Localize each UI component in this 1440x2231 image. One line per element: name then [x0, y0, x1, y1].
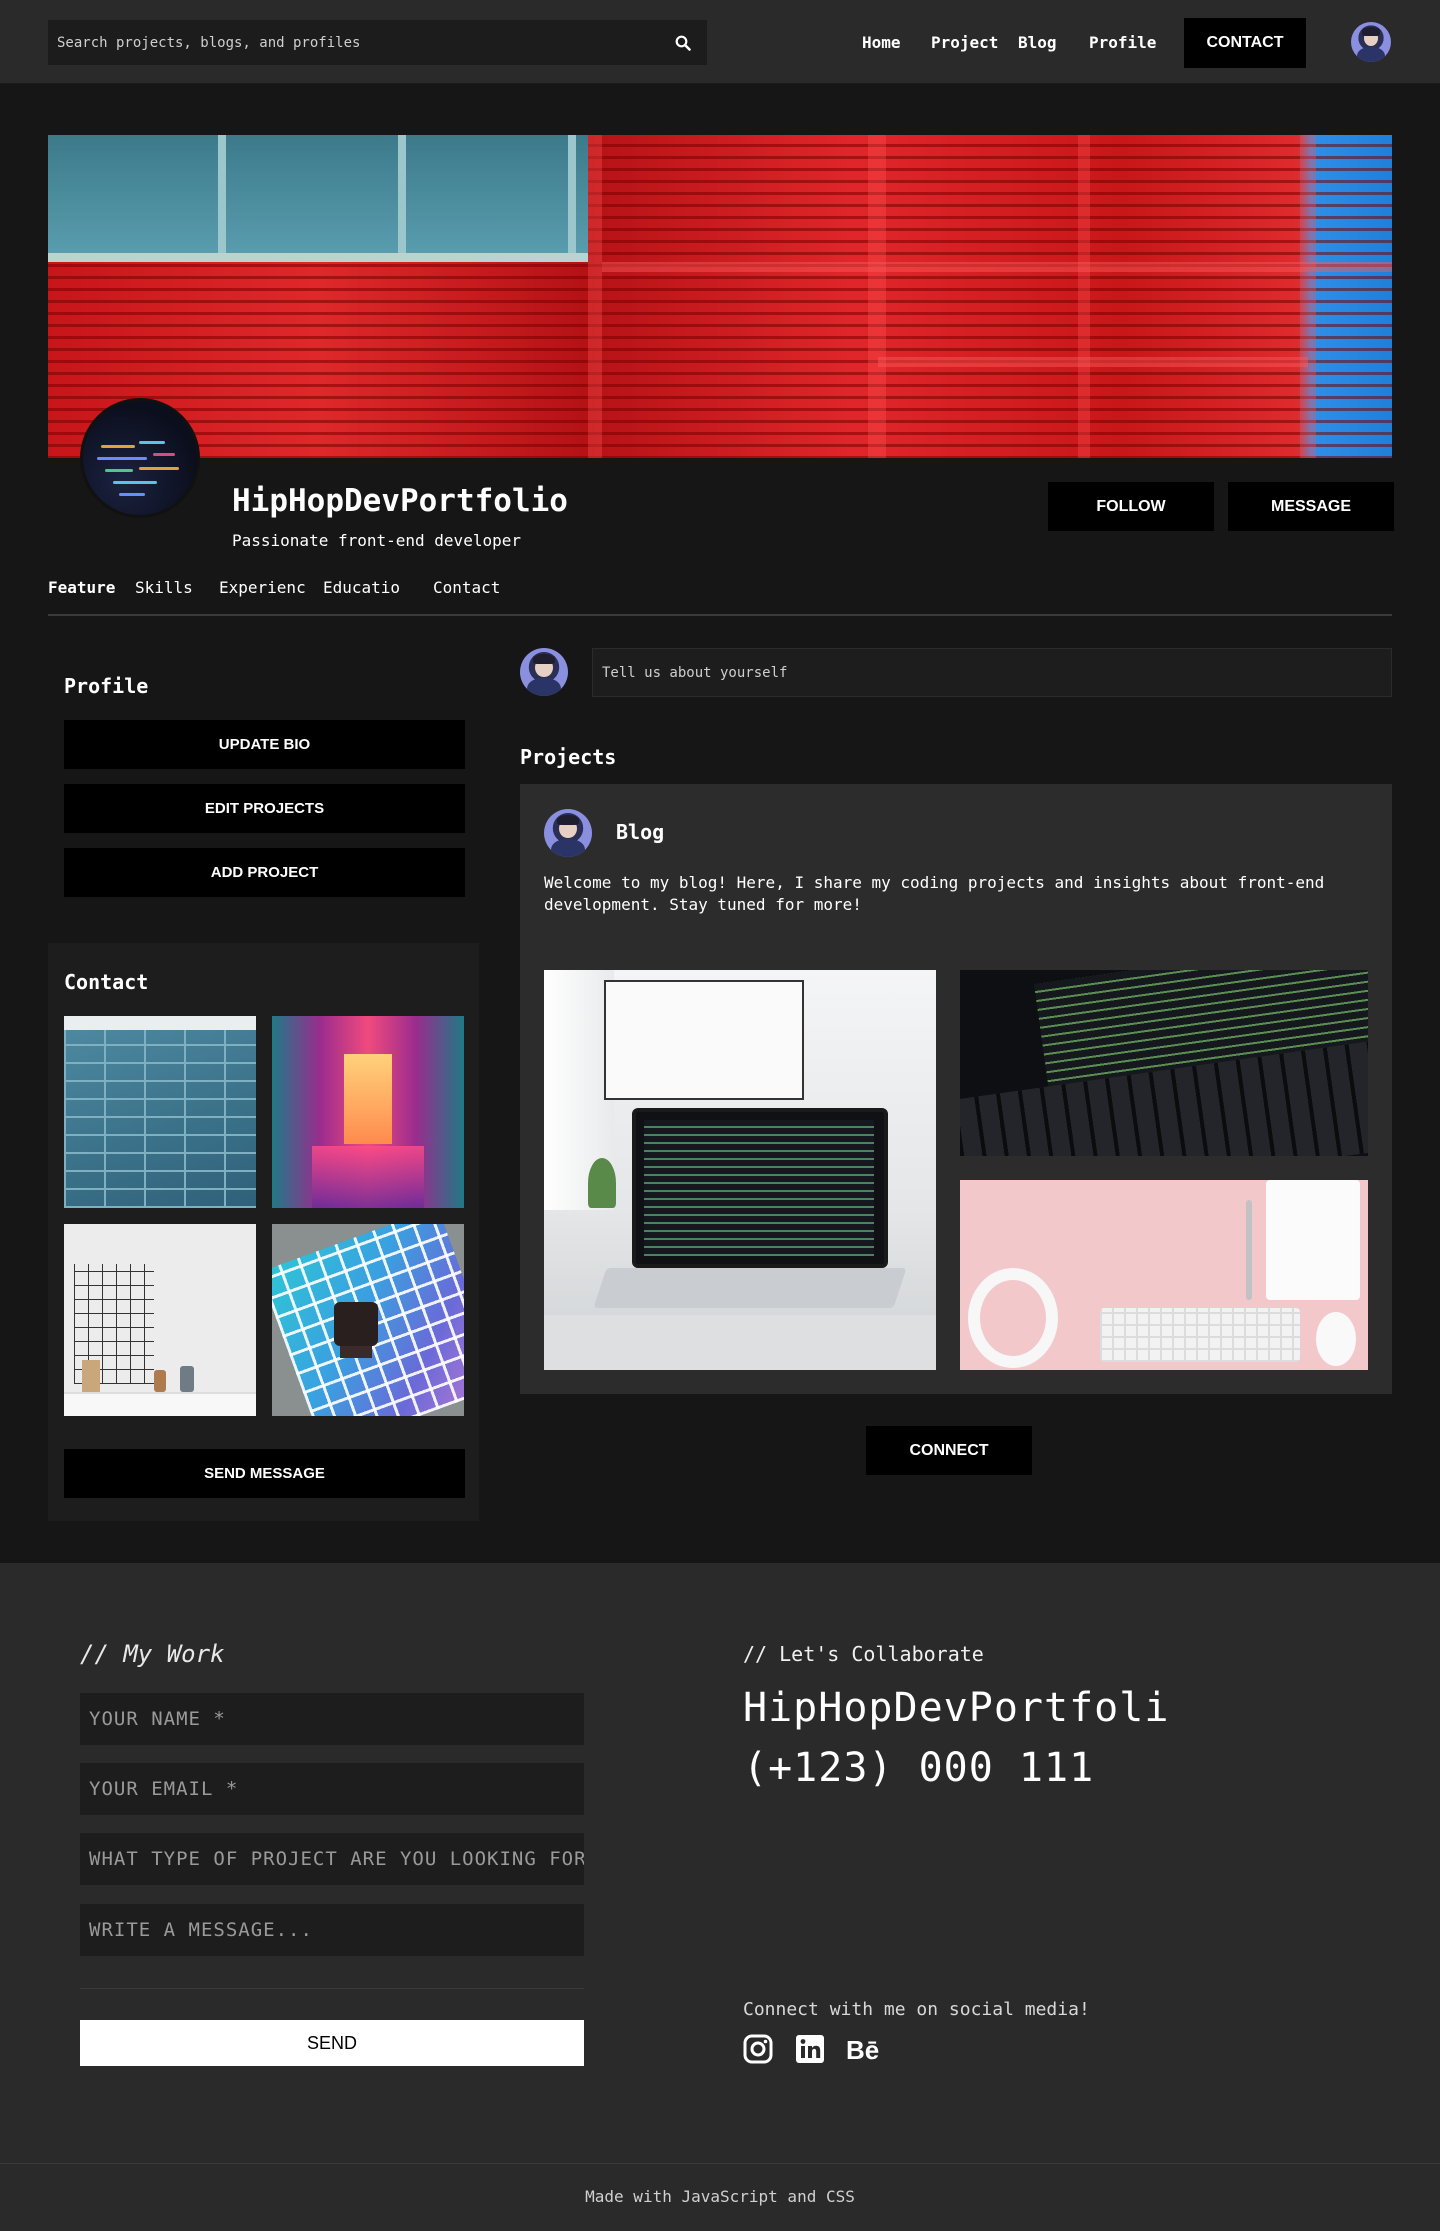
- connect-button[interactable]: CONNECT: [866, 1426, 1032, 1475]
- gallery-image-neon-corridor[interactable]: [272, 1016, 464, 1208]
- tab-experience[interactable]: Experience: [219, 576, 305, 600]
- my-work-heading: // My Work: [80, 1640, 225, 1668]
- profile-picture: [80, 398, 200, 518]
- nav-blog[interactable]: Blog: [1018, 30, 1057, 56]
- cover-image: [48, 135, 1392, 458]
- projects-title: Projects: [520, 745, 617, 769]
- edit-projects-button[interactable]: EDIT PROJECTS: [64, 784, 465, 833]
- add-project-button[interactable]: ADD PROJECT: [64, 848, 465, 897]
- footer-phone: (+123) 000 111: [743, 1745, 1095, 1791]
- nav-home[interactable]: Home: [862, 30, 901, 56]
- profile-card: Profile UPDATE BIO EDIT PROJECTS ADD PRO…: [48, 650, 479, 905]
- behance-icon[interactable]: Bē: [846, 2034, 879, 2066]
- footer-brand: HipHopDevPortfoli: [743, 1685, 1170, 1731]
- collaborate-heading: // Let's Collaborate: [743, 1642, 984, 1666]
- linkedin-icon[interactable]: [795, 2034, 827, 2066]
- send-message-button[interactable]: SEND MESSAGE: [64, 1449, 465, 1498]
- blog-text: Welcome to my blog! Here, I share my cod…: [544, 873, 1325, 914]
- form-divider: [80, 1988, 584, 1989]
- blog-card: Blog Welcome to my blog! Here, I share m…: [520, 784, 1392, 1394]
- profile-tabs: Featured Skills Experience Education Con…: [48, 576, 1392, 616]
- tab-education[interactable]: Education: [323, 576, 399, 600]
- name-field[interactable]: [80, 1693, 584, 1745]
- composer-avatar: [520, 648, 568, 696]
- contact-button[interactable]: CONTACT: [1184, 18, 1306, 68]
- tab-featured[interactable]: Featured: [48, 576, 116, 600]
- bottom-bar: Made with JavaScript and CSS: [0, 2163, 1440, 2231]
- tab-contact[interactable]: Contact: [433, 576, 509, 600]
- profile-card-title: Profile: [64, 674, 149, 698]
- top-navbar: Home Project Blog Profile CONTACT: [0, 0, 1440, 84]
- blog-title: Blog: [616, 820, 665, 844]
- profile-tagline: Passionate front-end developer: [232, 531, 521, 550]
- gallery-image-color-swatches[interactable]: [272, 1224, 464, 1416]
- project-type-field[interactable]: [80, 1833, 584, 1885]
- blog-avatar: [544, 809, 592, 857]
- blog-image-pink-desk[interactable]: [960, 1180, 1368, 1370]
- profile-name: HipHopDevPortfolio: [232, 483, 568, 519]
- email-field[interactable]: [80, 1763, 584, 1815]
- gallery-image-brick-wall[interactable]: [64, 1016, 256, 1208]
- gallery-image-desk-grid[interactable]: [64, 1224, 256, 1416]
- nav-profile[interactable]: Profile: [1089, 30, 1156, 56]
- nav-project[interactable]: Project: [931, 30, 998, 56]
- social-text: Connect with me on social media!: [743, 1999, 1090, 2020]
- tab-skills[interactable]: Skills: [135, 576, 199, 600]
- send-button[interactable]: SEND: [80, 2020, 584, 2066]
- message-button[interactable]: MESSAGE: [1228, 482, 1394, 531]
- contact-card-title: Contact: [64, 970, 149, 994]
- user-avatar[interactable]: [1351, 22, 1391, 62]
- blog-image-code-laptop[interactable]: [960, 970, 1368, 1156]
- update-bio-button[interactable]: UPDATE BIO: [64, 720, 465, 769]
- instagram-icon[interactable]: [743, 2034, 775, 2066]
- blog-image-laptop-desk[interactable]: [544, 970, 936, 1370]
- message-field[interactable]: [80, 1904, 584, 1956]
- follow-button[interactable]: FOLLOW: [1048, 482, 1214, 531]
- bottom-credit: Made with JavaScript and CSS: [585, 2187, 855, 2206]
- contact-card: Contact SEND MESSAGE: [48, 943, 479, 1521]
- bio-post-input[interactable]: [592, 648, 1392, 697]
